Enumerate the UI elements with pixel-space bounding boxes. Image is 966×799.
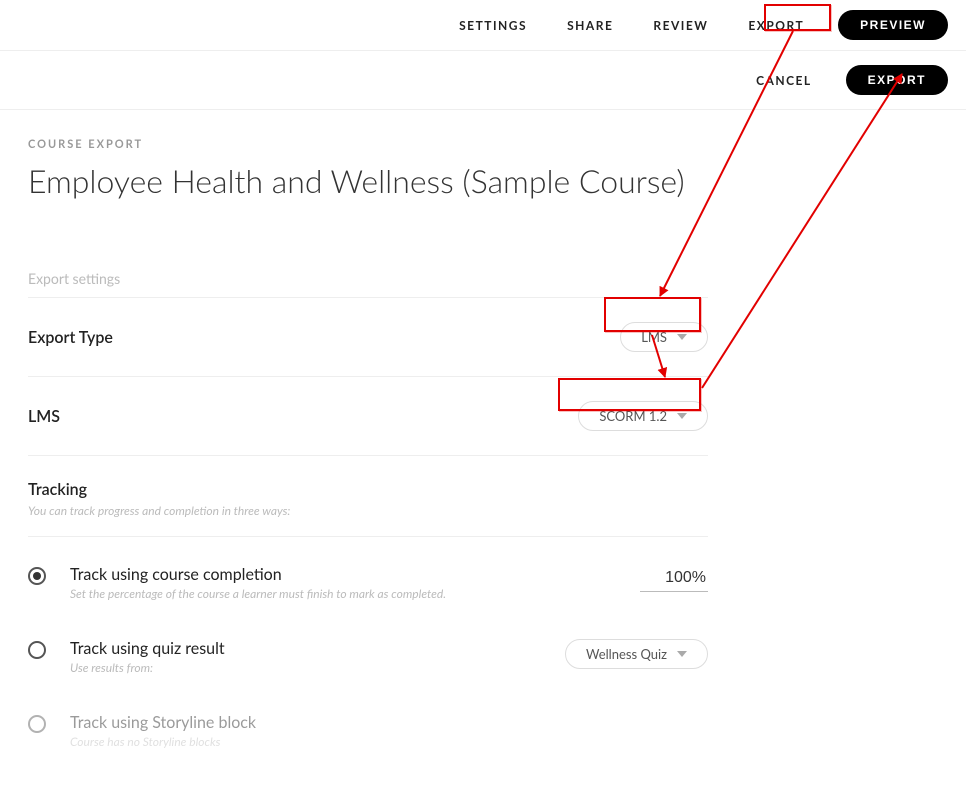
tracking-header: Tracking You can track progress and comp… (28, 456, 708, 537)
export-type-label: Export Type (28, 328, 113, 347)
export-type-row: Export Type LMS (28, 298, 708, 377)
completion-percent-input[interactable] (640, 565, 708, 592)
chevron-down-icon (677, 651, 687, 657)
radio-quiz[interactable] (28, 641, 46, 659)
radio-storyline (28, 715, 46, 733)
tab-settings[interactable]: SETTINGS (453, 14, 533, 37)
lms-value: SCORM 1.2 (599, 408, 667, 424)
quiz-dropdown[interactable]: Wellness Quiz (565, 639, 708, 669)
cancel-button[interactable]: CANCEL (750, 69, 818, 92)
chevron-down-icon (677, 334, 687, 340)
track-option-quiz: Track using quiz result Use results from… (28, 611, 708, 685)
track-quiz-label: Track using quiz result (70, 639, 548, 658)
export-type-dropdown[interactable]: LMS (620, 322, 708, 352)
export-button[interactable]: EXPORT (846, 65, 948, 95)
lms-row: LMS SCORM 1.2 (28, 377, 708, 456)
tab-export[interactable]: EXPORT (742, 14, 810, 37)
track-option-completion: Track using course completion Set the pe… (28, 537, 708, 611)
lms-dropdown[interactable]: SCORM 1.2 (578, 401, 708, 431)
preview-button[interactable]: PREVIEW (838, 10, 948, 40)
tab-share[interactable]: SHARE (561, 14, 619, 37)
chevron-down-icon (677, 413, 687, 419)
track-completion-label: Track using course completion (70, 565, 548, 584)
export-action-bar: CANCEL EXPORT (0, 51, 966, 110)
export-type-value: LMS (641, 329, 667, 345)
tracking-desc: You can track progress and completion in… (28, 503, 708, 518)
kicker: COURSE EXPORT (28, 138, 938, 151)
lms-label: LMS (28, 407, 60, 426)
track-completion-desc: Set the percentage of the course a learn… (70, 586, 548, 601)
top-nav: SETTINGS SHARE REVIEW EXPORT PREVIEW (0, 0, 966, 51)
track-option-storyline: Track using Storyline block Course has n… (28, 685, 708, 759)
tracking-label: Tracking (28, 480, 708, 499)
content: COURSE EXPORT Employee Health and Wellne… (0, 110, 966, 799)
tab-review[interactable]: REVIEW (647, 14, 714, 37)
page-title: Employee Health and Wellness (Sample Cou… (28, 161, 938, 200)
export-settings-header: Export settings (28, 270, 708, 298)
quiz-value: Wellness Quiz (586, 646, 667, 662)
track-storyline-label: Track using Storyline block (70, 713, 548, 732)
radio-completion[interactable] (28, 567, 46, 585)
track-storyline-desc: Course has no Storyline blocks (70, 734, 548, 749)
track-quiz-desc: Use results from: (70, 660, 548, 675)
